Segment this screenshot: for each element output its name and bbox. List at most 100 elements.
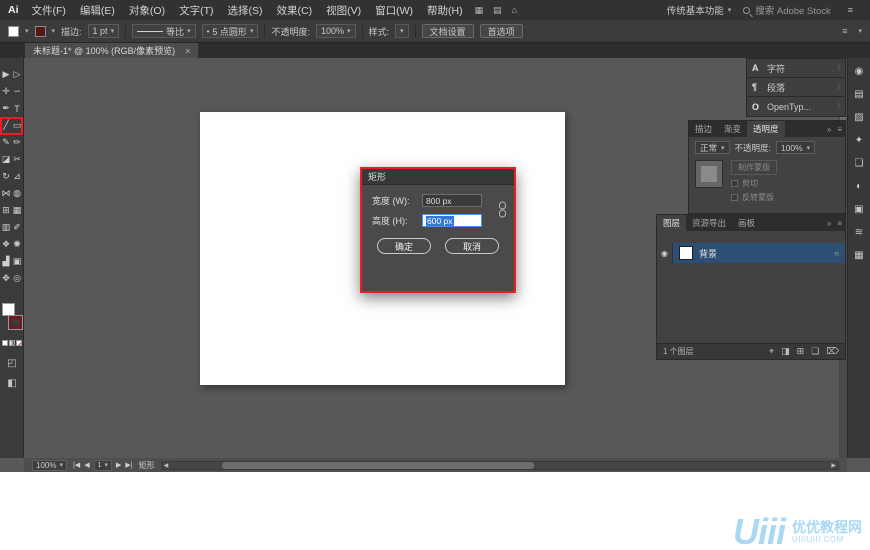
make-clipping-mask-icon[interactable]: ◨ — [781, 346, 790, 357]
zoom-tool[interactable]: ◎ — [12, 270, 23, 287]
opacity-field[interactable]: 100% ▾ — [316, 24, 356, 38]
brushes-panel-icon[interactable]: ▨ — [854, 112, 863, 123]
brush-dropdown[interactable]: • 5 点圆形 ▾ — [202, 24, 259, 38]
selection-tool[interactable]: ▶ — [1, 66, 12, 83]
document-setup-button[interactable]: 文档设置 — [422, 24, 474, 38]
chevron-down-icon[interactable]: ▾ — [25, 27, 29, 35]
stroke-swatch[interactable] — [9, 316, 22, 329]
blend-mode-dropdown[interactable]: 正常 ▾ — [695, 141, 730, 154]
menu-help[interactable]: 帮助(H) — [420, 3, 470, 18]
fill-swatch[interactable] — [2, 303, 15, 316]
symbol-sprayer-tool[interactable]: ✺ — [12, 236, 23, 253]
stroke-profile-dropdown[interactable]: 等比 ▾ — [132, 24, 196, 38]
style-dropdown[interactable]: ▾ — [395, 24, 409, 38]
collapse-icon[interactable]: » — [824, 215, 834, 231]
invert-mask-checkbox[interactable]: 反转蒙版 — [731, 192, 777, 203]
pen-tool[interactable]: ✒ — [1, 100, 12, 117]
new-layer-icon[interactable]: ❏ — [811, 346, 819, 357]
direct-selection-tool[interactable]: ▷ — [12, 66, 23, 83]
scale-tool[interactable]: ⊿ — [12, 168, 23, 185]
first-artboard-icon[interactable]: |◀ — [73, 461, 80, 469]
tab-artboards[interactable]: 画板 — [732, 215, 761, 231]
column-graph-tool[interactable]: ▟ — [1, 253, 12, 270]
menu-edit[interactable]: 编辑(E) — [73, 3, 122, 18]
hand-tool[interactable]: ✥ — [1, 270, 12, 287]
tab-stroke[interactable]: 描边 — [689, 121, 718, 137]
screen-mode-icon[interactable]: ◧ — [0, 378, 24, 389]
shape-builder-tool[interactable]: ◍ — [12, 185, 23, 202]
clip-checkbox[interactable]: 剪切 — [731, 178, 777, 189]
draw-mode-icon[interactable]: ◰ — [0, 358, 24, 369]
target-circle-icon[interactable]: ○ — [834, 249, 839, 258]
color-mode-icon[interactable] — [2, 340, 8, 346]
chevron-down-icon[interactable]: ▾ — [52, 27, 56, 35]
close-icon[interactable]: × — [185, 46, 190, 56]
stroke-weight-field[interactable]: 1 pt ▾ — [88, 24, 120, 38]
tab-gradient[interactable]: 渐变 — [718, 121, 747, 137]
cancel-button[interactable]: 取消 — [445, 238, 499, 254]
control-panel-menu-icon[interactable]: ≡ — [842, 26, 847, 36]
pathfinder-panel-icon[interactable]: ▦ — [854, 250, 863, 261]
panel-menu-icon[interactable]: ≡ — [848, 5, 853, 15]
menu-type[interactable]: 文字(T) — [172, 3, 220, 18]
scroll-right-icon[interactable]: ▶ — [831, 462, 836, 469]
panel-menu-icon[interactable]: ≡ — [834, 215, 845, 231]
width-input[interactable]: 800 px — [422, 194, 482, 207]
menu-view[interactable]: 视图(V) — [319, 3, 368, 18]
artboard-tool[interactable]: ▣ — [12, 253, 23, 270]
rotate-tool[interactable]: ↻ — [1, 168, 12, 185]
character-panel-button[interactable]: A 字符 ⁞ — [747, 59, 845, 78]
paintbrush-tool[interactable]: ✎ — [1, 134, 12, 151]
last-artboard-icon[interactable]: ▶| — [125, 461, 132, 469]
artboard-number-field[interactable]: 1 ▾ — [94, 460, 112, 471]
gradient-mode-icon[interactable] — [9, 340, 15, 346]
eyedropper-tool[interactable]: ✐ — [12, 219, 23, 236]
lasso-tool[interactable]: ∽ — [12, 83, 23, 100]
horizontal-scrollbar[interactable]: ◀ ▶ — [161, 461, 839, 470]
eraser-tool[interactable]: ◪ — [1, 151, 12, 168]
links-panel-icon[interactable]: ≋ — [855, 227, 863, 238]
tab-layers[interactable]: 图层 — [657, 215, 686, 231]
zoom-dropdown[interactable]: 100% ▾ — [32, 460, 67, 471]
fill-color-swatch[interactable] — [8, 26, 19, 37]
tab-asset-export[interactable]: 资源导出 — [686, 215, 732, 231]
fill-stroke-widget[interactable] — [2, 303, 22, 329]
locate-object-icon[interactable]: ⌖ — [769, 346, 774, 357]
symbols-panel-icon[interactable]: ✦ — [855, 135, 863, 146]
collapse-icon[interactable]: » — [824, 121, 834, 137]
menu-effect[interactable]: 效果(C) — [270, 3, 320, 18]
dialog-title[interactable]: 矩形 — [362, 169, 514, 185]
document-tab[interactable]: 未标题-1* @ 100% (RGB/像素预览) × — [25, 43, 198, 58]
workspace-layout-icon[interactable]: ▤ — [493, 5, 502, 16]
previous-artboard-icon[interactable]: ◀ — [84, 461, 89, 469]
width-tool[interactable]: ⋈ — [1, 185, 12, 202]
blend-tool[interactable]: ❖ — [1, 236, 12, 253]
scroll-left-icon[interactable]: ◀ — [164, 462, 169, 469]
swatches-panel-icon[interactable]: ▤ — [854, 89, 863, 100]
paragraph-panel-button[interactable]: ¶ 段落 ⁞ — [747, 78, 845, 97]
next-artboard-icon[interactable]: ▶ — [116, 461, 121, 469]
magic-wand-tool[interactable]: ✛ — [1, 83, 12, 100]
selected-layer[interactable]: 背景 ○ — [673, 243, 845, 263]
arrange-documents-icon[interactable]: ▦ — [475, 5, 484, 16]
menu-file[interactable]: 文件(F) — [25, 3, 73, 18]
chevron-down-icon[interactable]: ▾ — [858, 27, 862, 35]
mesh-tool[interactable]: ▦ — [12, 202, 23, 219]
menu-select[interactable]: 选择(S) — [221, 3, 270, 18]
none-mode-icon[interactable] — [16, 340, 22, 346]
new-sublayer-icon[interactable]: ⊞ — [797, 346, 805, 357]
panel-opacity-field[interactable]: 100% ▾ — [776, 141, 815, 154]
stock-search[interactable]: 搜索 Adobe Stock — [743, 3, 831, 17]
menu-object[interactable]: 对象(O) — [122, 3, 172, 18]
type-tool[interactable]: T — [12, 100, 23, 117]
horizontal-scroll-thumb[interactable] — [222, 462, 533, 469]
delete-layer-icon[interactable]: ⌦ — [826, 346, 839, 357]
perspective-grid-tool[interactable]: ⊞ — [1, 202, 12, 219]
gradient-tool[interactable]: ▥ — [1, 219, 12, 236]
make-mask-button[interactable]: 制作蒙版 — [731, 160, 777, 175]
graphic-styles-panel-icon[interactable]: ▣ — [854, 204, 863, 215]
preferences-button[interactable]: 首选项 — [480, 24, 523, 38]
pencil-tool[interactable]: ✏ — [12, 134, 23, 151]
visibility-eye-icon[interactable]: ◉ — [657, 243, 673, 263]
color-panel-icon[interactable]: ◉ — [855, 66, 864, 77]
